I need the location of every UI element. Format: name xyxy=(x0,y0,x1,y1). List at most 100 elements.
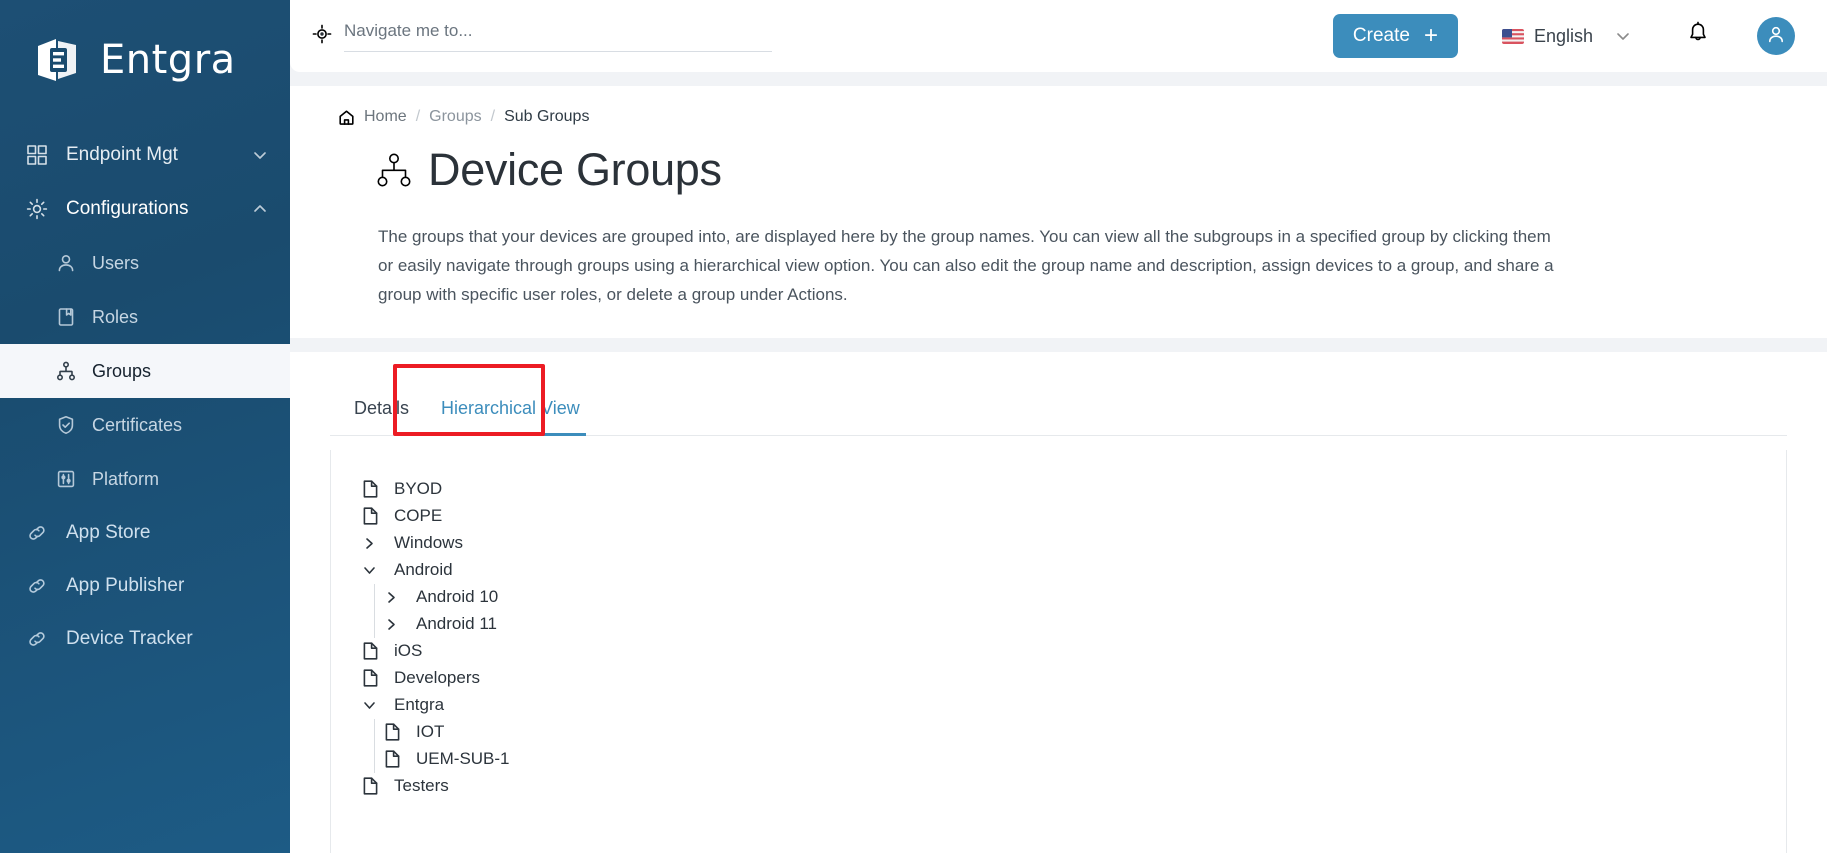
sidebar-item-endpoint-mgt[interactable]: Endpoint Mgt xyxy=(0,128,290,182)
link-icon xyxy=(26,522,48,544)
sidebar-item-label: Device Tracker xyxy=(66,627,193,649)
plus-icon: + xyxy=(1423,22,1438,49)
tab-details[interactable]: Details xyxy=(338,398,425,435)
brand-name: Entgra xyxy=(100,37,236,83)
sidebar-item-label: Configurations xyxy=(66,198,189,219)
tree-node-byod[interactable]: BYOD xyxy=(363,476,1786,503)
link-icon xyxy=(26,575,48,597)
sidebar-item-label: Groups xyxy=(92,360,152,381)
tree-node-entgra[interactable]: Entgra xyxy=(363,692,1786,719)
chevron-down-icon[interactable] xyxy=(363,564,385,577)
breadcrumb-groups[interactable]: Groups xyxy=(429,108,481,126)
sliders-icon xyxy=(56,469,76,489)
page-description: The groups that your devices are grouped… xyxy=(378,227,1554,305)
tree-node-label: iOS xyxy=(394,641,423,661)
user-icon xyxy=(56,253,76,273)
tree-children-entgra: IOT UEM-SUB-1 xyxy=(363,718,1786,773)
page-content: Home / Groups / Sub Groups Device Groups… xyxy=(290,72,1827,853)
sidebar-item-label: Roles xyxy=(92,306,139,327)
sidebar-item-device-tracker[interactable]: Device Tracker xyxy=(0,612,290,665)
tree-node-label: Entgra xyxy=(394,695,445,715)
tree-node-label: COPE xyxy=(394,506,443,526)
tree-node-label: Android 10 xyxy=(416,587,499,607)
grid-icon xyxy=(26,144,48,166)
chevron-down-icon xyxy=(1615,28,1631,44)
document-icon xyxy=(363,642,385,660)
document-icon xyxy=(385,750,407,768)
page-title: Device Groups xyxy=(374,144,1787,196)
tree-node-iot[interactable]: IOT xyxy=(363,719,1786,746)
sidebar-item-label: Users xyxy=(92,252,140,273)
language-label: English xyxy=(1533,25,1593,46)
groups-icon xyxy=(374,150,414,190)
sidebar-item-label: Platform xyxy=(92,468,160,489)
create-button[interactable]: Create + xyxy=(1332,14,1458,58)
tree-children-android: Android 10 Android 11 xyxy=(363,583,1786,638)
sidebar-item-roles[interactable]: Roles xyxy=(0,290,290,344)
account-avatar[interactable] xyxy=(1757,17,1795,55)
sidebar-item-certificates[interactable]: Certificates xyxy=(0,398,290,452)
tree-node-developers[interactable]: Developers xyxy=(363,665,1786,692)
notifications-button[interactable] xyxy=(1683,21,1713,51)
chevron-down-icon[interactable] xyxy=(363,699,385,712)
tree-node-ios[interactable]: iOS xyxy=(363,638,1786,665)
sidebar-nav: Endpoint Mgt Configurations Users Roles … xyxy=(0,120,290,665)
sidebar-item-app-publisher[interactable]: App Publisher xyxy=(0,559,290,612)
page-header-card: Home / Groups / Sub Groups Device Groups… xyxy=(290,86,1827,338)
tree-node-android-10[interactable]: Android 10 xyxy=(363,584,1786,611)
tab-hierarchical-view[interactable]: Hierarchical View xyxy=(425,398,596,436)
chevron-right-icon[interactable] xyxy=(363,537,385,550)
tree-node-label: Developers xyxy=(394,668,480,688)
user-avatar-icon xyxy=(1765,23,1787,50)
chevron-down-icon xyxy=(252,147,268,163)
tree-node-uem-sub-1[interactable]: UEM-SUB-1 xyxy=(363,746,1786,773)
chevron-right-icon[interactable] xyxy=(385,618,407,631)
sidebar: Entgra Endpoint Mgt Configurations Users… xyxy=(0,0,290,853)
sidebar-item-label: Endpoint Mgt xyxy=(66,144,178,165)
tree-node-testers[interactable]: Testers xyxy=(363,773,1786,800)
document-icon xyxy=(385,723,407,741)
sidebar-item-groups[interactable]: Groups xyxy=(0,344,290,398)
tab-bar: Details Hierarchical View xyxy=(330,363,1787,436)
sidebar-item-label: App Store xyxy=(66,521,151,543)
tree-node-label: Android 11 xyxy=(416,614,497,634)
bell-icon xyxy=(1685,21,1711,52)
gear-icon xyxy=(26,198,48,220)
location-pin-icon xyxy=(312,24,332,44)
sidebar-item-label: Certificates xyxy=(92,414,183,435)
language-selector[interactable]: English xyxy=(1501,25,1631,47)
tree-node-android[interactable]: Android xyxy=(363,557,1786,584)
document-icon xyxy=(363,777,385,795)
tree-node-android-11[interactable]: Android 11 xyxy=(363,611,1786,638)
breadcrumb-separator: / xyxy=(490,108,496,125)
sidebar-item-label: App Publisher xyxy=(66,574,185,596)
breadcrumb-home[interactable]: Home xyxy=(364,108,407,126)
hierarchical-tree-panel: BYOD COPE Windows Android Android 10 And… xyxy=(330,449,1787,853)
page-title-text: Device Groups xyxy=(428,144,722,195)
document-icon xyxy=(363,480,385,498)
tree-node-cope[interactable]: COPE xyxy=(363,503,1786,530)
breadcrumb-separator: / xyxy=(415,108,421,125)
sidebar-item-users[interactable]: Users xyxy=(0,236,290,290)
create-button-label: Create xyxy=(1352,25,1410,46)
document-icon xyxy=(363,507,385,525)
sidebar-item-configurations[interactable]: Configurations xyxy=(0,182,290,236)
search-input[interactable] xyxy=(344,16,772,52)
sidebar-item-platform[interactable]: Platform xyxy=(0,452,290,506)
tree-node-label: IOT xyxy=(416,722,445,742)
application-window: Entgra Endpoint Mgt Configurations Users… xyxy=(0,0,1827,853)
navigate-search[interactable] xyxy=(312,16,772,56)
top-bar: Create + English xyxy=(290,0,1827,72)
us-flag-icon xyxy=(1501,28,1524,44)
chevron-up-icon xyxy=(252,201,268,217)
chevron-right-icon[interactable] xyxy=(385,591,407,604)
tree-node-label: Android xyxy=(394,560,453,580)
tree-node-windows[interactable]: Windows xyxy=(363,530,1786,557)
tree-node-label: UEM-SUB-1 xyxy=(416,749,510,769)
sidebar-item-app-store[interactable]: App Store xyxy=(0,506,290,559)
brand-logo[interactable]: Entgra xyxy=(0,0,290,120)
tree-node-label: Testers xyxy=(394,776,449,796)
breadcrumb-current: Sub Groups xyxy=(504,108,590,125)
group-tree: BYOD COPE Windows Android Android 10 And… xyxy=(331,476,1786,800)
tabs-card: Details Hierarchical View BYOD COPE Wind… xyxy=(290,351,1827,853)
